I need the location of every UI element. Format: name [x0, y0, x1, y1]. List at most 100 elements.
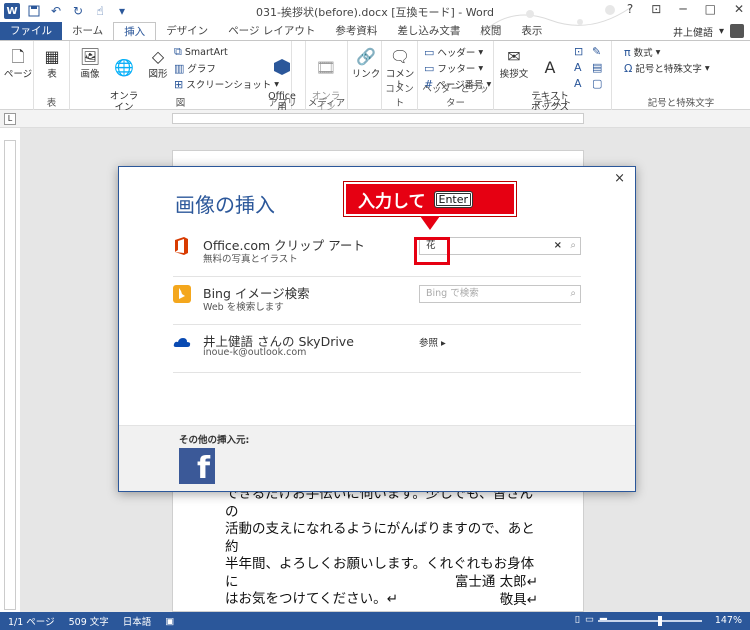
textbox-icon: A [544, 57, 556, 77]
zoom-slider[interactable] [598, 616, 702, 626]
word-count[interactable]: 509 文字 [69, 614, 109, 628]
screenshot-icon: ⊞ [174, 77, 184, 91]
picture-label: 画像 [80, 69, 100, 80]
macro-icon[interactable]: ▣ [165, 616, 174, 627]
dialog-footer: その他の挿入元: f [119, 425, 635, 491]
smartart-icon: ⧉ [174, 45, 182, 58]
callout-text: 入力して [358, 191, 426, 212]
tab-design[interactable]: デザイン [156, 22, 218, 40]
browse-link[interactable]: 参照 ▸ [419, 335, 446, 349]
ribbon-display-icon[interactable]: ⊡ [651, 2, 661, 16]
picture-button[interactable]: 🖼 画像 [72, 45, 108, 80]
table-icon: ▦ [44, 46, 60, 66]
zoom-slider-thumb[interactable] [658, 616, 663, 626]
input-highlight-box [414, 237, 450, 265]
smartart-button[interactable]: ⧉ SmartArt [174, 45, 228, 59]
link-icon: 🔗 [356, 46, 376, 66]
language[interactable]: 日本語 [123, 614, 152, 628]
group-media: 🎞 オンライン ビデオ メディア [306, 41, 348, 124]
tab-view[interactable]: 表示 [511, 22, 552, 40]
page-count[interactable]: 1/1 ページ [8, 614, 55, 628]
smartart-label: SmartArt [184, 46, 228, 58]
object-button[interactable]: ▢ [592, 77, 602, 90]
symbol-button[interactable]: Ω 記号と特殊文字 ▾ [624, 61, 710, 76]
help-icon[interactable]: ? [627, 2, 633, 16]
chevron-down-icon: ▾ [478, 46, 484, 58]
tab-insert[interactable]: 挿入 [113, 22, 157, 40]
group-symbols: π 数式 ▾ Ω 記号と特殊文字 ▾ 記号と特殊文字 [612, 41, 750, 111]
tab-page-layout[interactable]: ページ レイアウト [218, 22, 325, 40]
maximize-icon[interactable]: □ [705, 2, 716, 16]
ribbon-tabs: ファイル ホーム 挿入 デザイン ページ レイアウト 参考資料 差し込み文書 校… [0, 22, 750, 40]
tab-mailings[interactable]: 差し込み文書 [387, 22, 470, 40]
group-pages: 🗋 ページ [0, 41, 34, 111]
link-button[interactable]: 🔗 リンク [348, 45, 384, 80]
dialog-title: 画像の挿入 [175, 193, 275, 217]
horizontal-ruler-bar: L [0, 110, 750, 128]
tab-selector[interactable]: L [4, 113, 16, 125]
minimize-icon[interactable]: ─ [679, 2, 686, 16]
facebook-icon[interactable]: f [179, 448, 215, 484]
tab-file[interactable]: ファイル [0, 22, 62, 40]
search-icon[interactable]: ⌕ [570, 238, 576, 254]
chevron-down-icon: ▾ [655, 46, 661, 58]
bing-logo-icon [173, 285, 191, 303]
footer-button[interactable]: ▭ フッター ▾ [424, 61, 483, 76]
group-illustrations: 🖼 画像 🌐 オンライン 画像 ◇ 図形 ⧉SmartArt ▥グラフ ⊞スクリ… [70, 41, 292, 124]
chart-label: グラフ [187, 64, 216, 75]
store-icon [271, 56, 293, 78]
date-time-button[interactable]: ▤ [592, 61, 602, 74]
document-line: 活動の支えになれるようにがんばりますので、あと約 [225, 521, 535, 555]
shapes-label: 図形 [148, 69, 168, 80]
chart-button[interactable]: ▥ グラフ [174, 61, 216, 76]
symbol-label: 記号と特殊文字 [635, 64, 702, 75]
search-placeholder: Bing で検索 [426, 288, 479, 299]
date-icon: ▤ [592, 61, 603, 74]
source-subtitle: inoue-k@outlook.com [203, 347, 307, 358]
clear-icon[interactable]: × [554, 238, 562, 254]
search-icon[interactable]: ⌕ [570, 286, 576, 302]
group-header-footer: ▭ ヘッダー ▾ ▭ フッター ▾ # ページ番号 ▾ ヘッダーとフッター [418, 41, 494, 111]
drop-cap-icon: A [574, 77, 582, 90]
print-layout-icon[interactable]: ▭ [585, 614, 594, 625]
window-controls: ? ⊡ ─ □ ✕ [627, 2, 744, 16]
close-window-icon[interactable]: ✕ [734, 2, 744, 16]
equation-button[interactable]: π 数式 ▾ [624, 45, 661, 60]
signature-line-button[interactable]: ✎ [592, 45, 601, 58]
wordart-button[interactable]: A [574, 61, 582, 74]
zoom-level[interactable]: 147% [715, 615, 742, 626]
group-label-media: メディア [307, 98, 346, 109]
shapes-button[interactable]: ◇ 図形 [140, 45, 176, 80]
chevron-down-icon: ▾ [704, 62, 710, 74]
group-label-header-footer: ヘッダーとフッター [422, 84, 489, 109]
tab-home[interactable]: ホーム [62, 22, 113, 40]
cloud-icon [173, 338, 191, 347]
drop-cap-button[interactable]: A [574, 77, 582, 90]
greeting-button[interactable]: ✉ 挨拶文 [496, 45, 532, 80]
office-logo-icon [175, 237, 188, 255]
tab-review[interactable]: 校閲 [470, 22, 511, 40]
ribbon: 🗋 ページ ▦ 表 表 🖼 画像 🌐 オンライン 画像 ◇ 図形 ⧉SmartA… [0, 40, 750, 124]
bing-search-input[interactable]: Bing で検索 ⌕ [419, 285, 581, 303]
group-label-text: テキスト [533, 98, 572, 109]
picture-icon: 🖼 [79, 46, 101, 66]
signature-name: 富士通 太郎↵ [454, 574, 538, 590]
enter-key-badge: Enter [433, 190, 474, 208]
tab-references[interactable]: 参考資料 [325, 22, 387, 40]
horizontal-ruler[interactable] [172, 113, 584, 124]
pages-button[interactable]: 🗋 ページ [0, 45, 36, 80]
document-line: はお気をつけてください。↵ [225, 591, 398, 607]
read-mode-icon[interactable]: ▯ [575, 614, 580, 625]
quick-parts-button[interactable]: ⊡ [574, 45, 583, 58]
pages-label: ページ [3, 69, 33, 80]
source-bing: Bing イメージ検索 Web を検索します Bing で検索 ⌕ [173, 277, 581, 325]
vertical-ruler[interactable] [4, 140, 16, 610]
table-button[interactable]: ▦ 表 [34, 45, 70, 80]
other-sources-label: その他の挿入元: [179, 435, 250, 446]
document-body[interactable]: できるだけお手伝いに伺います。少しでも、皆さんの 活動の支えになれるようにがんば… [225, 486, 545, 626]
user-account[interactable]: 井上健語 ▾ [673, 22, 744, 40]
header-button[interactable]: ▭ ヘッダー ▾ [424, 45, 484, 60]
wordart-icon: A [574, 61, 582, 74]
video-icon: 🎞 [315, 57, 337, 77]
close-icon[interactable]: × [614, 171, 625, 186]
